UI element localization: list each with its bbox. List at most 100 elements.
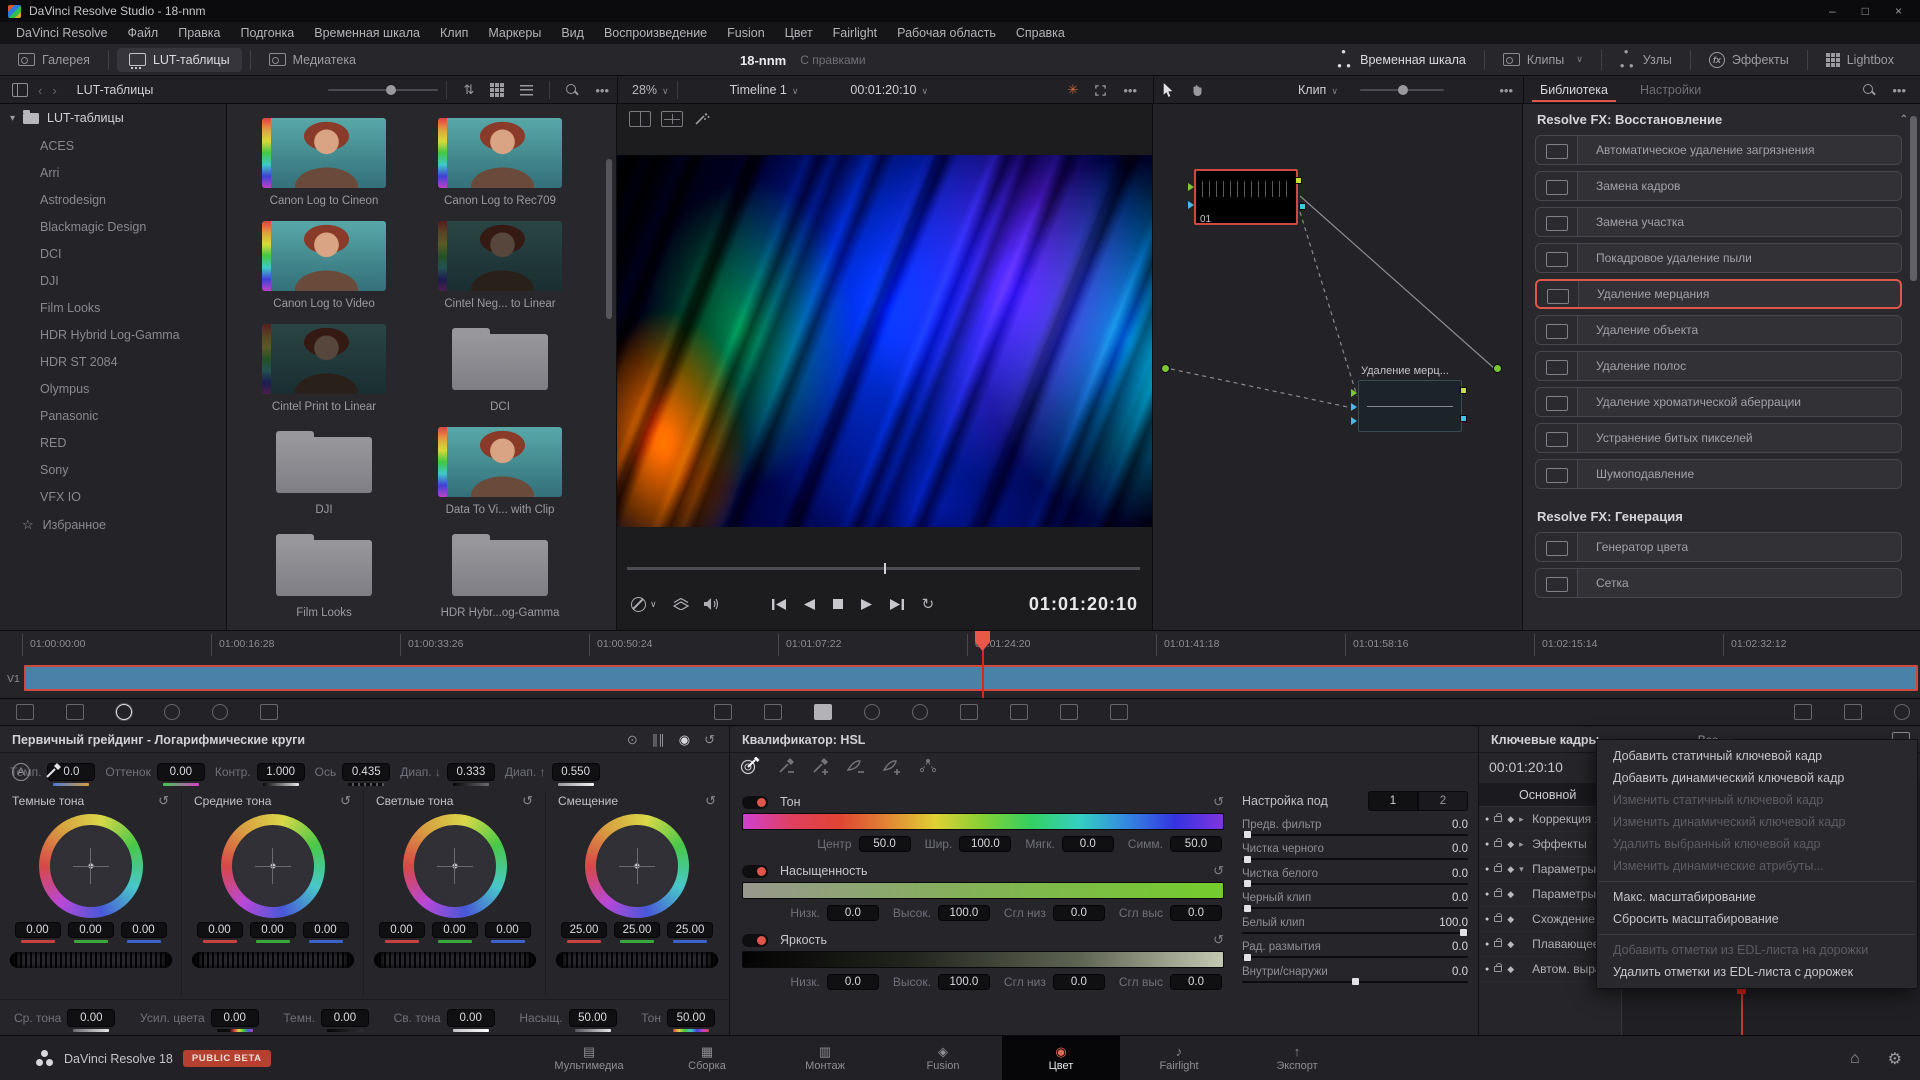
enable-dot-icon[interactable]: ● — [1485, 816, 1489, 823]
matte-slider-thumb[interactable] — [1244, 831, 1251, 838]
gamma-color-wheel[interactable] — [221, 814, 325, 918]
wheel-value-g[interactable]: 25.00 — [614, 922, 660, 938]
hdr-grade-palette-icon[interactable] — [164, 704, 180, 720]
saturation-reset-icon[interactable]: ↺ — [1213, 863, 1224, 879]
lut-grid-item[interactable]: Cintel Neg... to Linear — [425, 221, 575, 310]
saturation-field[interactable]: Сгл низ0.0 — [1004, 905, 1105, 921]
effect-node[interactable]: Удаление мерц... — [1358, 380, 1462, 432]
viewer-zoom-select[interactable]: 28% — [632, 83, 669, 97]
adjust-control[interactable]: Диап. ↓ 0.333 — [400, 763, 495, 781]
expander-icon[interactable]: ▸ — [1519, 839, 1527, 850]
lock-icon[interactable] — [1494, 891, 1502, 897]
fx-list-item[interactable]: Замена участка — [1535, 207, 1902, 237]
saturation-field[interactable]: Высок.100.0 — [893, 905, 990, 921]
fx-list-item[interactable]: Удаление хроматической аберрации — [1535, 387, 1902, 417]
extra-adjust-field[interactable]: 50.00 — [569, 1009, 617, 1027]
adjust-value-field[interactable]: 0.00 — [157, 763, 205, 781]
wheel-value-r[interactable]: 0.00 — [15, 922, 61, 938]
matte-slider-thumb[interactable] — [1244, 954, 1251, 961]
close-button[interactable]: × — [1895, 4, 1902, 18]
matte-slider[interactable]: Предв. фильтр0.0 — [1242, 819, 1468, 836]
extra-adjust-control[interactable]: Усил. цвета 0.00 — [140, 1009, 259, 1027]
color-wheels-palette-icon[interactable] — [116, 704, 132, 720]
node-mode-select[interactable]: Клип — [1298, 83, 1338, 97]
page-tab-cut[interactable]: ▦Сборка — [648, 1036, 766, 1080]
lut-folder-item[interactable]: RED — [0, 429, 226, 456]
fx-list-item[interactable]: Удаление объекта — [1535, 315, 1902, 345]
timeline-playhead[interactable] — [982, 631, 984, 698]
fx-list-item[interactable]: Генератор цвета — [1535, 532, 1902, 562]
matte-slider[interactable]: Чистка черного0.0 — [1242, 843, 1468, 860]
picker-subtract-icon[interactable] — [778, 757, 796, 775]
color-warper-palette-icon[interactable] — [764, 704, 782, 720]
camera-raw-palette-icon[interactable] — [16, 704, 34, 720]
adjust-control[interactable]: Ось 0.435 — [315, 763, 391, 781]
output-node-dot[interactable] — [1493, 364, 1502, 373]
lightbox-button[interactable]: Lightbox — [1814, 48, 1906, 72]
auto-balance-icon[interactable]: A — [12, 763, 30, 781]
lock-icon[interactable] — [1494, 916, 1502, 922]
offset-master-wheel[interactable] — [556, 952, 718, 968]
lut-grid-item[interactable]: Canon Log to Cineon — [249, 118, 399, 207]
reset-palette-icon[interactable]: ↺ — [704, 732, 715, 748]
wheel-value-b[interactable]: 0.00 — [485, 922, 531, 938]
context-menu-item[interactable]: Сбросить масштабирование — [1597, 908, 1917, 930]
extra-adjust-control[interactable]: Темн. 0.00 — [283, 1009, 369, 1027]
matte-slider-thumb[interactable] — [1244, 905, 1251, 912]
lut-folder-item[interactable]: HDR ST 2084 — [0, 348, 226, 375]
panel-options-icon[interactable]: ••• — [587, 83, 617, 98]
lock-icon[interactable] — [1494, 866, 1502, 872]
matte-slider[interactable]: Рад. размытия0.0 — [1242, 941, 1468, 958]
wheel-value-r[interactable]: 0.00 — [197, 922, 243, 938]
page-tab-fusion[interactable]: ◈Fusion — [884, 1036, 1002, 1080]
luminance-toggle[interactable] — [742, 934, 768, 947]
matte-preset-1-button[interactable]: 1 — [1368, 791, 1418, 811]
hand-tool-icon[interactable] — [1182, 83, 1212, 98]
lut-folder-item[interactable]: DJI — [0, 267, 226, 294]
stop-button[interactable] — [833, 599, 843, 609]
adjust-control[interactable]: Оттенок 0.00 — [105, 763, 204, 781]
enable-dot-icon[interactable]: ● — [1485, 916, 1489, 923]
proxy-toggle-icon[interactable]: ∨ — [631, 597, 657, 612]
luminance-reset-icon[interactable]: ↺ — [1213, 932, 1224, 948]
luminance-field[interactable]: Низк.0.0 — [790, 974, 878, 990]
adjust-value-field[interactable]: 0.435 — [342, 763, 390, 781]
go-to-end-button[interactable] — [890, 599, 904, 610]
lut-grid-item[interactable]: Data To Vi... with Clip — [425, 427, 575, 516]
adjust-control[interactable]: Диап. ↑ 0.550 — [505, 763, 600, 781]
context-menu-item[interactable]: Удалить отметки из EDL-листа с дорожек — [1597, 961, 1917, 983]
lut-folder-item[interactable]: Sony — [0, 456, 226, 483]
fx-list-item[interactable]: Покадровое удаление пыли — [1535, 243, 1902, 273]
media-pool-button[interactable]: Медиатека — [257, 48, 368, 72]
extra-adjust-control[interactable]: Тон 50.00 — [641, 1009, 715, 1027]
lut-grid-item[interactable]: Canon Log to Video — [249, 221, 399, 310]
wheel-reset-icon[interactable]: ↺ — [340, 793, 351, 809]
matte-slider-thumb[interactable] — [1352, 978, 1359, 985]
luminance-field[interactable]: Сгл выс0.0 — [1119, 974, 1222, 990]
wheel-value-b[interactable]: 0.00 — [303, 922, 349, 938]
menu-item[interactable]: Fairlight — [823, 23, 887, 43]
saturation-range-bar[interactable] — [742, 882, 1224, 899]
maximize-button[interactable]: □ — [1862, 4, 1869, 18]
hue-toggle[interactable] — [742, 796, 768, 809]
softness-subtract-icon[interactable] — [846, 757, 866, 775]
menu-item[interactable]: Цвет — [775, 23, 823, 43]
fx-list-item[interactable]: Устранение битых пикселей — [1535, 423, 1902, 453]
extra-adjust-control[interactable]: Насыщ. 50.00 — [519, 1009, 616, 1027]
wheel-value-b[interactable]: 0.00 — [121, 922, 167, 938]
picker-add-icon[interactable] — [812, 757, 830, 775]
expander-icon[interactable]: ▸ — [1519, 814, 1527, 825]
thumbnail-size-slider[interactable] — [328, 89, 438, 91]
play-reverse-button[interactable] — [804, 599, 815, 610]
expand-viewer-icon[interactable] — [1086, 84, 1115, 97]
extra-adjust-field[interactable]: 0.00 — [447, 1009, 495, 1027]
menu-item[interactable]: Подгонка — [230, 23, 304, 43]
fx-list-item[interactable]: Замена кадров — [1535, 171, 1902, 201]
lut-folder-item[interactable]: Arri — [0, 159, 226, 186]
lock-icon[interactable] — [1494, 966, 1502, 972]
saturation-toggle[interactable] — [742, 865, 768, 878]
wheel-reset-icon[interactable]: ↺ — [158, 793, 169, 809]
timeline-clip[interactable] — [24, 665, 1918, 691]
enable-dot-icon[interactable]: ● — [1485, 866, 1489, 873]
lut-grid-item[interactable]: DJI — [249, 427, 399, 516]
